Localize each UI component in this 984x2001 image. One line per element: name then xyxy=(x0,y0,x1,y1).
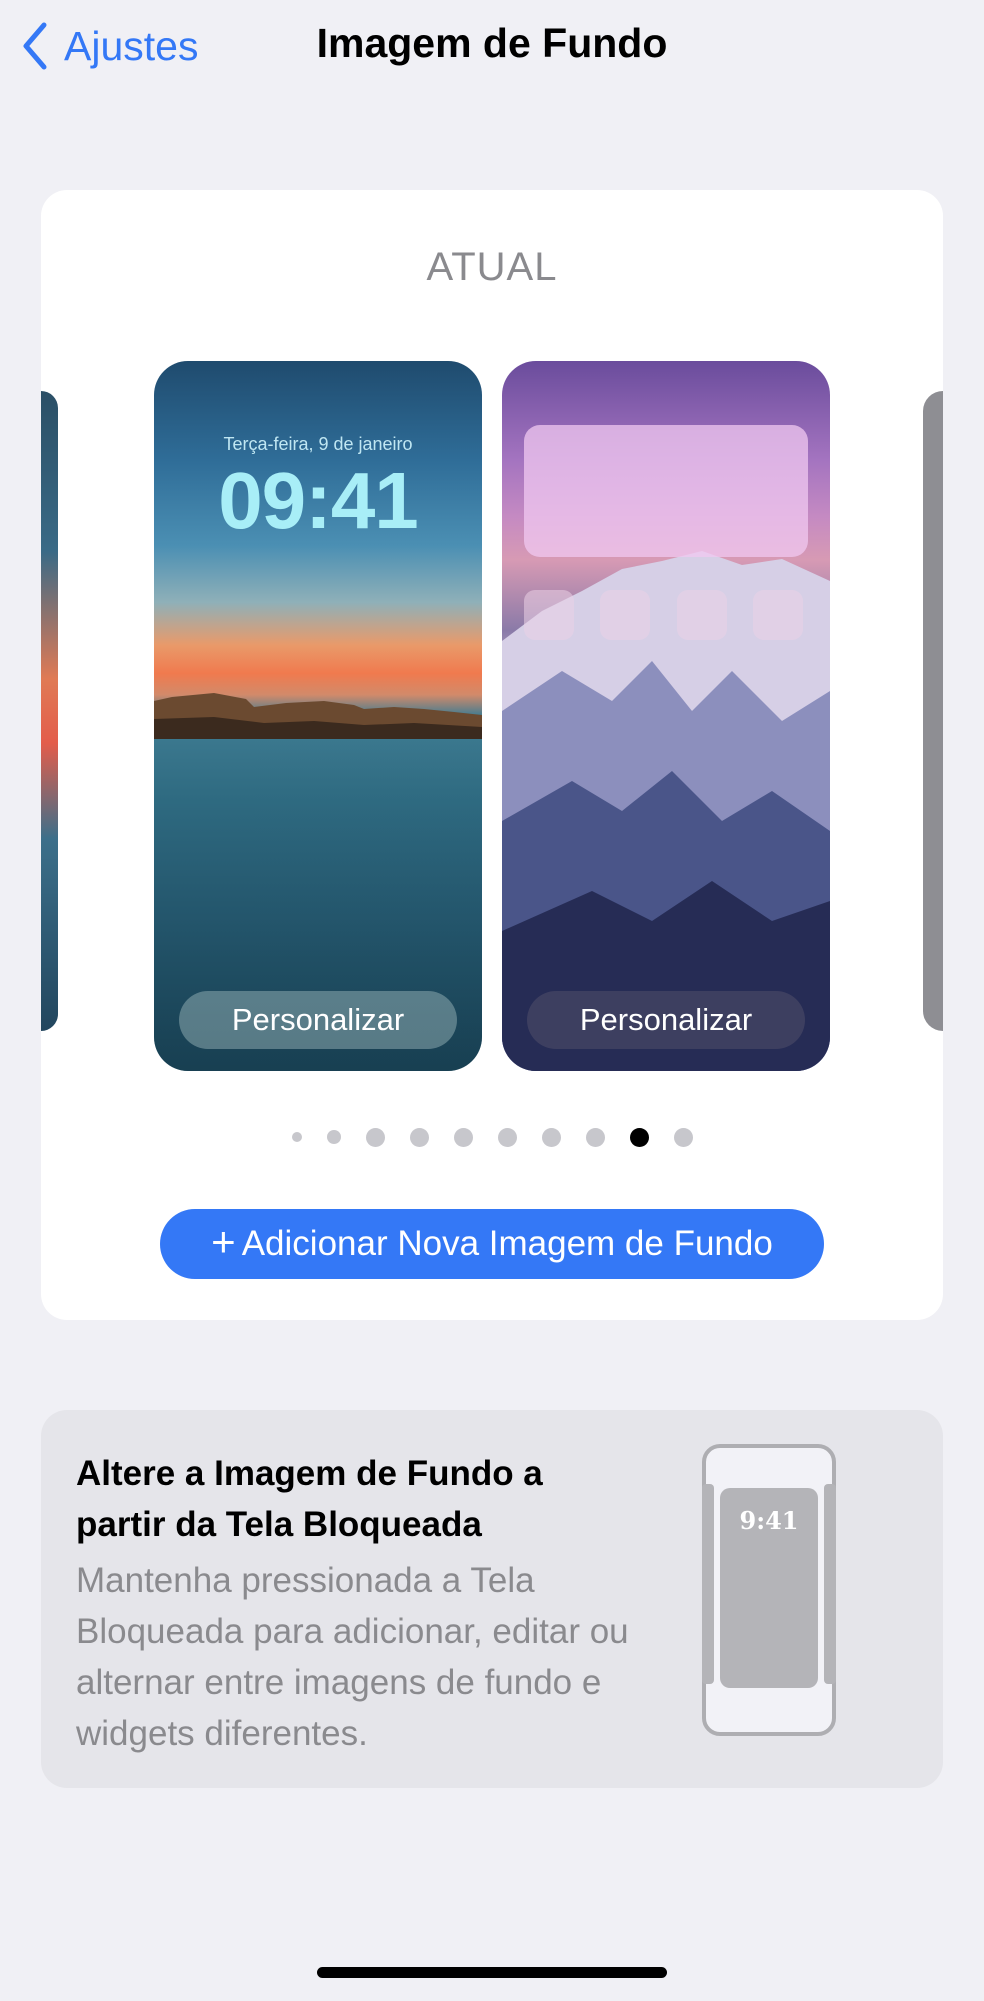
home-screen-preview[interactable]: Personalizar xyxy=(502,361,830,1071)
current-label: ATUAL xyxy=(426,245,558,289)
phone-side xyxy=(702,1484,714,1684)
phone-illustration-icon: 9:41 xyxy=(702,1444,836,1736)
cliffs-image xyxy=(154,693,482,739)
plus-icon: + xyxy=(211,1218,236,1265)
previous-wallpaper-preview[interactable] xyxy=(41,391,58,1031)
tip-title: Altere a Imagem de Fundo a partir da Tel… xyxy=(76,1454,543,1544)
page-dot[interactable] xyxy=(365,1127,385,1147)
phone-side xyxy=(824,1484,836,1684)
home-indicator[interactable] xyxy=(317,1967,667,1978)
widget-placeholder xyxy=(524,425,808,557)
customize-lock-screen-button[interactable]: Personalizar xyxy=(179,991,457,1049)
phone-illustration-screen: 9:41 xyxy=(720,1488,818,1688)
page-dot[interactable] xyxy=(585,1127,605,1147)
app-icon-placeholder xyxy=(753,590,803,640)
app-icon-placeholder xyxy=(524,590,574,640)
page-dot[interactable] xyxy=(326,1130,341,1144)
lock-screen-tip-card: Altere a Imagem de Fundo a partir da Tel… xyxy=(41,1410,943,1788)
page-indicator[interactable] xyxy=(41,1125,943,1149)
page-title: Imagem de Fundo xyxy=(316,20,668,66)
lock-screen-preview[interactable]: Terça-feira, 9 de janeiro 09:41 Personal… xyxy=(154,361,482,1071)
page-dot-active[interactable] xyxy=(629,1127,649,1147)
lock-screen-time: 09:41 xyxy=(218,456,419,545)
add-new-wallpaper-label: Adicionar Nova Imagem de Fundo xyxy=(241,1224,773,1263)
page-dot[interactable] xyxy=(541,1127,561,1147)
page-dot[interactable] xyxy=(453,1127,473,1147)
tip-description: Mantenha pressionada a Tela Bloqueada pa… xyxy=(76,1561,629,1753)
customize-home-screen-button[interactable]: Personalizar xyxy=(527,991,805,1049)
app-icon-placeholder xyxy=(677,590,727,640)
app-icon-placeholder xyxy=(600,590,650,640)
next-wallpaper-preview[interactable] xyxy=(923,391,943,1031)
page-dot[interactable] xyxy=(673,1127,693,1147)
page-dot[interactable] xyxy=(497,1127,517,1147)
add-new-wallpaper-button[interactable]: + Adicionar Nova Imagem de Fundo xyxy=(160,1209,824,1279)
page-dot[interactable] xyxy=(291,1132,302,1142)
page-dot[interactable] xyxy=(409,1127,429,1147)
current-wallpaper-card: ATUAL Terça-feira, 9 de janeiro 09:41 Pe… xyxy=(41,190,943,1320)
navigation-bar: Ajustes Imagem de Fundo xyxy=(0,0,984,100)
lock-screen-date: Terça-feira, 9 de janeiro xyxy=(223,434,413,454)
phone-illustration-time: 9:41 xyxy=(739,1506,799,1535)
